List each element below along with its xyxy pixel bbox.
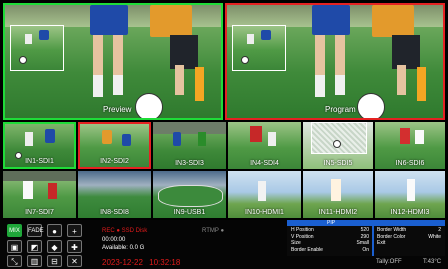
swap-icon: ⤡ [11, 257, 18, 266]
mix-button[interactable]: MIX [7, 224, 22, 237]
rec-label: REC [102, 228, 115, 234]
input-label: IN4-SDI4 [250, 160, 279, 167]
rec-dot-icon: ● [116, 228, 120, 234]
close-icon: ✕ [71, 257, 78, 266]
cross-wipe-button[interactable]: + [67, 224, 82, 237]
input-tile-5[interactable]: IN5-SDI5 [303, 122, 373, 169]
diamond-wipe-button[interactable]: ◆ [47, 240, 62, 253]
box-icon: ▣ [10, 243, 19, 252]
input-tile-3[interactable]: IN3-SDI3 [153, 122, 226, 169]
close-button[interactable]: ✕ [67, 255, 82, 267]
rtmp-label: RTMP [202, 228, 219, 234]
plus-wipe-button[interactable]: ✚ [67, 240, 82, 253]
rec-target: SSD Disk [121, 228, 148, 234]
split-icon: ⊟ [51, 257, 58, 266]
input-tile-8[interactable]: IN8-SDI8 [78, 171, 151, 218]
input-tile-10[interactable]: IN10-HDMI1 [228, 171, 301, 218]
input-tile-9[interactable]: IN9-USB1 [153, 171, 226, 218]
diamond-icon: ◆ [51, 243, 58, 252]
preview-pip-window [10, 25, 64, 71]
program-label: Program [325, 105, 356, 114]
input-label: IN12-HDMI3 [390, 209, 430, 216]
input-label: IN5-SDI5 [323, 160, 353, 167]
program-monitor[interactable]: Program [225, 3, 445, 120]
rec-time: 00:00:00 [102, 237, 126, 243]
pip-row[interactable]: Border Enable On [291, 247, 369, 254]
input-tile-7[interactable]: IN7-SDI7 [3, 171, 76, 218]
input-label: IN9-USB1 [173, 209, 206, 216]
program-pip-window [232, 25, 286, 71]
input-label: IN11-HDMI2 [318, 209, 358, 216]
available-space: Available: 0.0 G [102, 245, 145, 251]
date: 2023-12-22 [102, 258, 143, 267]
input-label: IN8-SDI8 [100, 209, 129, 216]
input-tile-12[interactable]: IN12-HDMI3 [375, 171, 445, 218]
input-tile-4[interactable]: IN4-SDI4 [228, 122, 301, 169]
exit-row[interactable]: Exit [377, 240, 441, 247]
rec-status: REC ● SSD Disk [102, 228, 147, 234]
input-label: IN1-SDI1 [25, 158, 54, 165]
temperature: T:43°C [423, 259, 442, 265]
datetime: 2023-12-22 10:32:18 [102, 258, 180, 267]
diagonal-wipe-button[interactable]: ◩ [27, 240, 42, 253]
plus-icon: ✚ [71, 243, 78, 252]
preview-label: Preview [103, 105, 132, 114]
time: 10:32:18 [149, 258, 181, 267]
rtmp-dot-icon: ● [220, 228, 225, 234]
input-tile-11[interactable]: IN11-HDMI2 [303, 171, 373, 218]
input-tile-6[interactable]: IN6-SDI6 [375, 122, 445, 169]
bars-wipe-button[interactable]: ▥ [27, 255, 42, 267]
pip-panel: PIP H Position 520 V Position 290 Size Smal… [287, 220, 445, 256]
input-label: IN7-SDI7 [25, 209, 54, 216]
preview-monitor[interactable]: Preview [3, 3, 223, 120]
bars-icon: ▥ [30, 257, 39, 266]
input-label: IN10-HDMI1 [245, 209, 284, 216]
circle-icon: ● [52, 227, 57, 236]
fade-button[interactable]: FADE [27, 224, 44, 237]
split-wipe-button[interactable]: ⊟ [47, 255, 62, 267]
input-label: IN3-SDI3 [175, 160, 204, 167]
circle-wipe-button[interactable]: ● [47, 224, 62, 237]
input-tile-1[interactable]: IN1-SDI1 [3, 122, 76, 169]
rtmp-status: RTMP ● [202, 228, 224, 234]
pip-title-bar: PIP [287, 220, 445, 226]
input-label: IN6-SDI6 [395, 160, 425, 167]
swap-button[interactable]: ⤡ [7, 255, 22, 267]
box-wipe-button[interactable]: ▣ [7, 240, 22, 253]
input-tile-2[interactable]: IN2-SDI2 [78, 122, 151, 169]
diagonal-icon: ◩ [30, 243, 39, 252]
tally-status: Tally:OFF [376, 259, 402, 265]
cross-icon: + [72, 227, 77, 236]
pip-title: PIP [327, 220, 336, 226]
pip-divider [372, 226, 374, 256]
input-label: IN2-SDI2 [100, 158, 129, 165]
